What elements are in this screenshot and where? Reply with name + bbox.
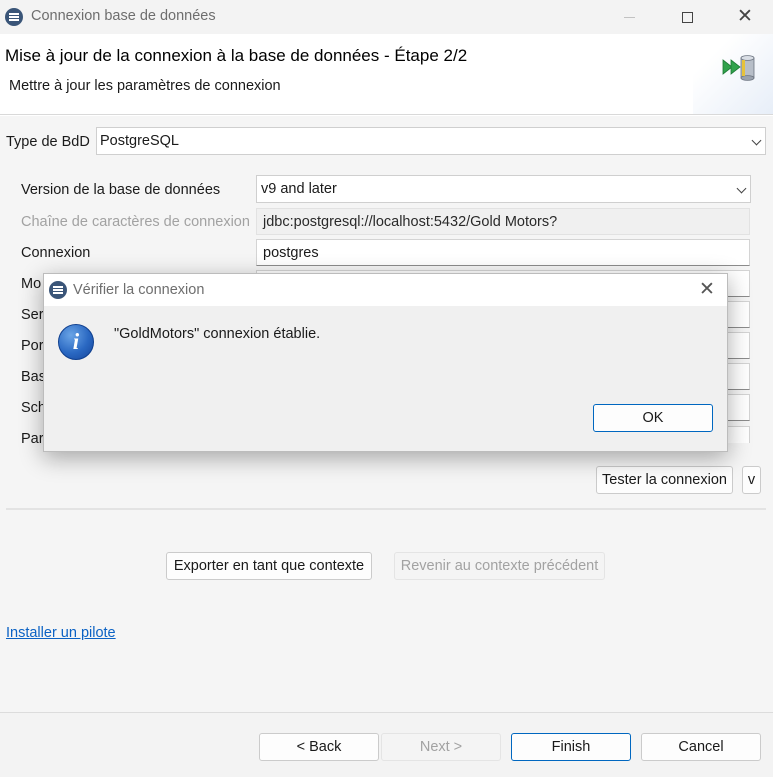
dialog-title: Vérifier la connexion <box>73 282 205 298</box>
cancel-button[interactable]: Cancel <box>641 733 761 761</box>
conn-string-label: Chaîne de caractères de connexion <box>21 214 250 230</box>
chevron-down-icon <box>751 135 762 146</box>
window-titlebar: Connexion base de données ✕ <box>0 0 773 34</box>
minimize-icon <box>623 17 635 19</box>
db-type-value: PostgreSQL <box>100 133 179 149</box>
dialog-body: i "GoldMotors" connexion établie. OK <box>44 306 727 451</box>
separator <box>6 508 766 510</box>
db-type-label: Type de BdD <box>6 134 90 150</box>
install-driver-link[interactable]: Installer un pilote <box>6 625 116 641</box>
back-button[interactable]: < Back <box>259 733 379 761</box>
app-icon <box>5 8 23 26</box>
db-version-select[interactable]: v9 and later <box>256 175 751 203</box>
wizard-title: Mise à jour de la connexion à la base de… <box>5 46 468 65</box>
db-version-value: v9 and later <box>261 181 337 197</box>
db-version-label: Version de la base de données <box>21 182 221 198</box>
conn-string-field[interactable]: jdbc:postgresql://localhost:5432/Gold Mo… <box>256 208 750 235</box>
finish-button[interactable]: Finish <box>511 733 631 761</box>
close-icon: ✕ <box>699 279 715 300</box>
db-type-select[interactable]: PostgreSQL <box>96 127 766 155</box>
password-label: Mo <box>21 276 42 292</box>
maximize-button[interactable] <box>659 0 715 34</box>
dialog-close-button[interactable]: ✕ <box>692 276 722 304</box>
test-connection-button[interactable]: Tester la connexion <box>596 466 733 494</box>
minimize-button[interactable] <box>601 0 657 34</box>
v-button[interactable]: v <box>742 466 761 494</box>
server-label: Ser <box>21 307 44 323</box>
verify-connection-dialog: Vérifier la connexion ✕ i "GoldMotors" c… <box>43 273 728 452</box>
port-label: Por <box>21 338 44 354</box>
export-context-button[interactable]: Exporter en tant que contexte <box>166 552 372 580</box>
window-title: Connexion base de données <box>31 8 216 24</box>
login-label: Connexion <box>21 245 91 261</box>
dialog-message: "GoldMotors" connexion établie. <box>114 326 321 342</box>
app-icon <box>49 281 67 299</box>
wizard-subtitle: Mettre à jour les paramètres de connexio… <box>9 78 281 94</box>
wizard-forward-database-icon <box>722 55 755 81</box>
maximize-icon <box>681 12 693 24</box>
next-button[interactable]: Next > <box>381 733 501 761</box>
dialog-titlebar: Vérifier la connexion ✕ <box>44 274 727 306</box>
revert-context-button[interactable]: Revenir au contexte précédent <box>394 552 605 580</box>
info-icon: i <box>58 324 94 360</box>
chevron-down-icon <box>736 183 747 194</box>
close-icon: ✕ <box>737 6 753 27</box>
close-button[interactable]: ✕ <box>717 0 773 34</box>
login-field[interactable]: postgres <box>256 239 750 266</box>
wizard-header: Mise à jour de la connexion à la base de… <box>0 34 773 115</box>
ok-button[interactable]: OK <box>593 404 713 432</box>
